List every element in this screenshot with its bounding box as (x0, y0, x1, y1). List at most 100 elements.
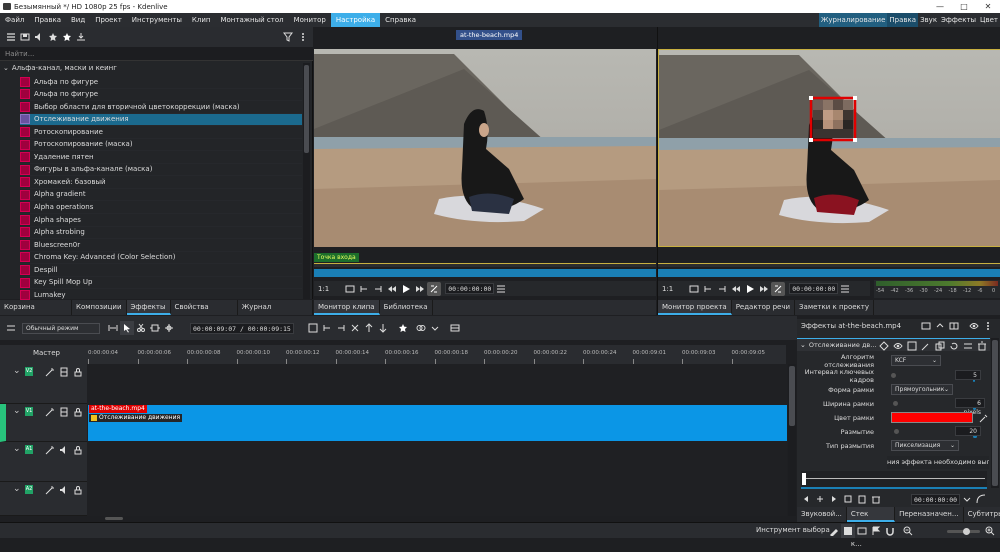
tab-effect-stack[interactable]: Стек эффектов/к... (846, 507, 896, 548)
monitor-menu-icon[interactable] (494, 282, 508, 296)
flag-icon[interactable] (869, 524, 883, 538)
blur-value[interactable]: 20 (955, 426, 981, 436)
delete-keyframe-icon[interactable] (869, 492, 883, 506)
pen-icon[interactable] (827, 524, 841, 538)
tab-library[interactable]: Библиотека (380, 300, 433, 315)
lock-icon[interactable] (71, 483, 85, 497)
maximize-button[interactable]: □ (952, 0, 976, 13)
add-keyframe-icon[interactable] (813, 492, 827, 506)
zoom-label[interactable]: 1:1 (318, 285, 329, 293)
tab-remap[interactable]: Переназначен... (895, 507, 964, 522)
film-icon[interactable] (57, 365, 71, 379)
multicam-tool-icon[interactable] (162, 321, 176, 335)
blur-type-select[interactable]: Пикселизация ⌄ (891, 440, 959, 451)
tab-subtitles[interactable]: Субтитры (964, 507, 1000, 522)
preview-icon[interactable] (855, 524, 869, 538)
effect-item[interactable]: Фигуры в альфа-канале (маска) (20, 164, 302, 177)
split-view-icon[interactable] (4, 321, 18, 335)
workspace-logging[interactable]: Журналирование (818, 13, 888, 27)
menu-monitor[interactable]: Монитор (289, 13, 331, 27)
slip-tool-icon[interactable] (148, 321, 162, 335)
snap-icon[interactable] (320, 321, 334, 335)
eyedropper-icon[interactable] (977, 411, 991, 425)
favorites-icon[interactable] (60, 30, 74, 44)
menu-dots-icon[interactable] (296, 30, 310, 44)
menu-edit[interactable]: Правка (29, 13, 66, 27)
curve-icon[interactable] (974, 492, 988, 506)
menu-view[interactable]: Вид (66, 13, 90, 27)
effect-wand-icon[interactable] (43, 443, 57, 457)
speaker-icon[interactable] (57, 483, 71, 497)
workspace-editing[interactable]: Правка (887, 13, 919, 27)
effect-item[interactable]: Удаление пятен (20, 151, 302, 164)
tab-clip-properties[interactable]: Свойства клипа (171, 300, 238, 326)
chevron-down-icon[interactable]: ⌄ (13, 444, 21, 454)
set-out-icon[interactable] (715, 282, 729, 296)
zone-icon[interactable] (343, 282, 357, 296)
loop-icon[interactable] (771, 281, 786, 296)
film-icon[interactable] (57, 405, 71, 419)
tab-undo-history[interactable]: Журнал действий (238, 300, 313, 326)
list-icon[interactable] (4, 30, 18, 44)
shape-select[interactable]: Прямоугольник ⌄ (891, 384, 953, 395)
lock-icon[interactable] (71, 405, 85, 419)
eye-icon[interactable] (967, 319, 981, 333)
video-effects-icon[interactable] (18, 30, 32, 44)
menu-dots-icon[interactable] (981, 319, 995, 333)
overwrite-icon[interactable] (334, 321, 348, 335)
chevron-down-icon[interactable] (428, 321, 442, 335)
algorithm-select[interactable]: KCF ⌄ (891, 355, 941, 366)
lift-icon[interactable] (362, 321, 376, 335)
workspace-audio[interactable]: Звук (918, 13, 939, 27)
analysis-message[interactable]: ния эффекта необходимо выполни (887, 456, 989, 469)
frame-color-swatch[interactable] (891, 412, 973, 423)
play-icon[interactable] (399, 282, 413, 296)
project-ruler[interactable] (658, 269, 1000, 277)
tab-effects[interactable]: Эффекты (126, 300, 171, 315)
copy-keyframe-icon[interactable] (841, 492, 855, 506)
chevron-down-icon[interactable]: ⌄ (800, 341, 806, 349)
effect-wand-icon[interactable] (43, 365, 57, 379)
effect-item[interactable]: Альфа по фигуре (20, 76, 302, 89)
clip-video-frame[interactable] (314, 49, 656, 247)
loop-icon[interactable] (427, 281, 442, 296)
project-video-frame[interactable] (658, 49, 1000, 247)
magnet-icon[interactable] (883, 524, 897, 538)
timeline-position[interactable]: 00:00:09:07 / 00:00:09:15 (190, 322, 294, 334)
clip-zone-bar[interactable] (314, 263, 656, 267)
zoom-label[interactable]: 1:1 (662, 285, 673, 293)
speaker-icon[interactable] (57, 443, 71, 457)
save-icon[interactable] (841, 524, 855, 538)
keyframe-timeline[interactable] (801, 471, 987, 489)
tab-clip-monitor[interactable]: Монитор клипа (314, 300, 380, 315)
rewind-icon[interactable] (385, 282, 399, 296)
prev-keyframe-icon[interactable] (799, 492, 813, 506)
set-in-icon[interactable] (357, 282, 371, 296)
insert-icon[interactable] (348, 321, 362, 335)
extract-icon[interactable] (376, 321, 390, 335)
effect-item[interactable]: Alpha gradient (20, 189, 302, 202)
lock-icon[interactable] (71, 365, 85, 379)
reset-icon[interactable] (947, 339, 961, 353)
effects-search-input[interactable]: Найти... (0, 47, 313, 61)
project-timecode[interactable]: 00:00:00:00 (789, 283, 839, 294)
track-badge[interactable]: V2 (25, 367, 33, 376)
paste-keyframe-icon[interactable] (855, 492, 869, 506)
audio-effects-icon[interactable] (32, 30, 46, 44)
effect-stack-scrollbar[interactable] (991, 338, 999, 488)
chevron-down-icon[interactable] (960, 492, 974, 506)
frame-width-value[interactable]: 6 pixels (955, 398, 985, 416)
effect-item-header[interactable]: ⌄ Отслеживание дв... (797, 338, 990, 351)
composition-icon[interactable] (414, 321, 428, 335)
forward-icon[interactable] (757, 282, 771, 296)
split-compare-icon[interactable] (947, 319, 961, 333)
effect-wand-icon[interactable] (43, 405, 57, 419)
effect-item[interactable]: Alpha strobing (20, 227, 302, 240)
rewind-icon[interactable] (729, 282, 743, 296)
effect-wand-icon[interactable] (43, 483, 57, 497)
set-in-icon[interactable] (701, 282, 715, 296)
effect-item[interactable]: Alpha shapes (20, 214, 302, 227)
wand-icon[interactable] (919, 339, 933, 353)
collapse-icon[interactable] (933, 319, 947, 333)
download-icon[interactable] (74, 30, 88, 44)
